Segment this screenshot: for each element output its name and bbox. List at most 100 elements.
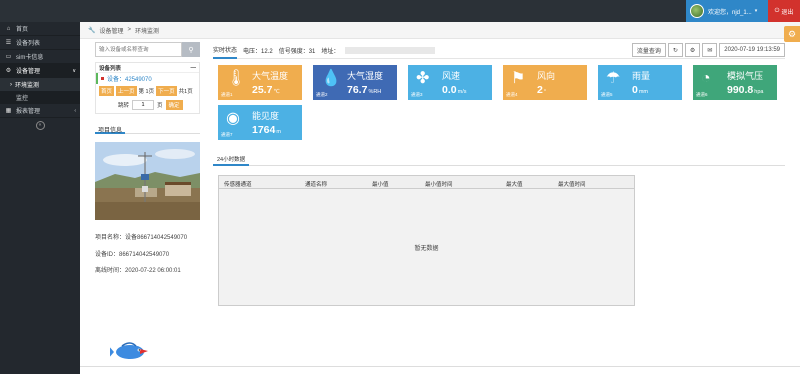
project-info-tabbar: 项目信息 xyxy=(95,122,200,134)
sensor-value: 25.7℃ xyxy=(252,84,280,96)
device-list-title: 设备列表 xyxy=(99,65,122,72)
sidebar-collapse-button[interactable]: « xyxy=(0,118,80,132)
prev-page-button[interactable]: 上一页 xyxy=(116,86,137,96)
fan-icon: ✤ xyxy=(416,70,430,87)
power-icon: ⏻ xyxy=(774,7,780,14)
column-header: 传感器通道 xyxy=(224,182,252,188)
sidebar-subitem-label: 监控 xyxy=(16,96,29,102)
jump-confirm-button[interactable]: 确定 xyxy=(165,100,183,110)
collapse-icon: « xyxy=(35,120,45,130)
settings-tab-icon[interactable]: ⚙ xyxy=(784,26,800,42)
column-header: 通道名称 xyxy=(305,182,328,188)
chevron-left-icon: ‹ xyxy=(74,107,76,114)
sidebar-item-reports[interactable]: ▦ 报表管理 ‹ xyxy=(0,104,80,118)
pagination: 首页 上一页 第 1页 下一页 共1页 xyxy=(96,84,199,98)
sidebar-item-sim[interactable]: ▭ sim卡信息 xyxy=(0,50,80,64)
total-pages: 共1页 xyxy=(178,89,193,95)
search-button[interactable]: ⚲ xyxy=(182,42,200,57)
column-header: 最大值时间 xyxy=(558,182,586,188)
table-header: 传感器通道 通道名称 最小值 最小值时间 最大值 最大值时间 xyxy=(219,176,634,189)
welcome-text: 欢迎您，njd_1... xyxy=(708,9,752,16)
sensor-card[interactable]: 💧 大气湿度 76.7%RH 通道2 xyxy=(313,65,397,100)
voltage-value: 电压：12.2 xyxy=(243,48,273,55)
address-label: 地址： xyxy=(321,48,340,55)
message-button[interactable]: ✉ xyxy=(702,43,718,57)
sidebar-subitem-monitor[interactable]: 监控 xyxy=(0,91,80,104)
fish-mascot-icon xyxy=(108,340,152,362)
jump-page-input[interactable] xyxy=(132,100,155,110)
site-photo-image xyxy=(95,142,200,220)
top-bar: 欢迎您，njd_1... ▾ ⏻ 退出 xyxy=(0,0,800,22)
sensor-value: 76.7%RH xyxy=(347,84,382,96)
address-value-redacted xyxy=(345,46,436,54)
column-header: 最小值时间 xyxy=(425,182,453,188)
list-icon: ☰ xyxy=(5,40,12,46)
jump-label: 跳转 xyxy=(118,103,130,109)
table-body: 暂无数据 xyxy=(219,189,634,305)
project-name: 项目名称：设备866714042549070 xyxy=(95,235,188,241)
eye-icon: ◉ xyxy=(226,110,240,127)
breadcrumb-separator: > xyxy=(127,27,132,33)
sidebar-item-label: 设备管理 xyxy=(16,69,41,75)
next-page-button[interactable]: 下一页 xyxy=(156,86,177,96)
status-dot-icon xyxy=(101,77,104,80)
settings-button[interactable]: ⚙ xyxy=(684,43,701,57)
gear-icon: ⚙ xyxy=(689,47,696,54)
wrench-icon: 🔧 xyxy=(88,27,96,34)
sensor-card[interactable]: ⚑ 风向 2° 通道4 xyxy=(503,65,587,100)
logout-label: 退出 xyxy=(781,9,794,16)
device-list-collapse-button[interactable]: — xyxy=(191,65,197,71)
sidebar-item-device-management[interactable]: ⚙ 设备管理 ∨ xyxy=(0,64,80,78)
sensor-name: 模拟气压 xyxy=(727,71,764,81)
column-header: 最小值 xyxy=(372,182,389,188)
sensor-name: 能见度 xyxy=(252,111,280,121)
device-id: 设备ID：866714042549070 xyxy=(95,251,170,258)
list-item[interactable]: 设备：42549070 xyxy=(96,73,199,84)
sensor-channel: 通道5 xyxy=(601,92,613,97)
offline-time: 离线时间：2020-07-22 06:00:01 xyxy=(95,268,181,274)
breadcrumb-root[interactable]: 设备管理 xyxy=(99,26,123,35)
column-header: 最大值 xyxy=(506,182,523,188)
tab-project-info[interactable]: 项目信息 xyxy=(95,122,126,134)
left-panel: ⚲ 设备列表 — 设备：42549070 首页 上一页 第 1页 下一页 共1页… xyxy=(95,42,200,280)
device-list-header: 设备列表 — xyxy=(96,63,199,73)
sensor-channel: 通道3 xyxy=(411,92,423,97)
sidebar-item-label: 设备列表 xyxy=(16,41,41,47)
mail-icon: ✉ xyxy=(707,47,713,54)
sidebar-item-device-list[interactable]: ☰ 设备列表 xyxy=(0,36,80,50)
sensor-value: 0.0m/s xyxy=(442,84,467,96)
sensor-card[interactable]: ✤ 风速 0.0m/s 通道3 xyxy=(408,65,492,100)
sidebar-item-label: sim卡信息 xyxy=(16,55,44,61)
logout-button[interactable]: ⏻ 退出 xyxy=(768,0,800,22)
humidity-icon: 💧 xyxy=(321,70,341,87)
refresh-button[interactable]: ↻ xyxy=(667,43,683,57)
current-page: 第 1页 xyxy=(138,89,155,95)
device-search: ⚲ xyxy=(95,42,200,57)
first-page-button[interactable]: 首页 xyxy=(99,86,115,96)
sidebar-item-label: 首页 xyxy=(16,27,29,33)
sensor-value: 0mm xyxy=(632,84,649,96)
chevron-down-icon: ∨ xyxy=(72,67,76,74)
sensor-value: 1764m xyxy=(252,124,281,136)
history-tabbar: 24小时数据 xyxy=(213,152,785,166)
sidebar-item-home[interactable]: ⌂ 首页 xyxy=(0,22,80,36)
thermometer-icon: 🌡 xyxy=(226,70,247,87)
user-menu[interactable]: 欢迎您，njd_1... ▾ xyxy=(686,0,768,22)
flow-query-button[interactable]: 流量查询 xyxy=(631,43,666,57)
signal-value: 信号强度：31 xyxy=(278,48,316,55)
sensor-card[interactable]: ◉ 能见度 1764m 通道7 xyxy=(218,105,302,140)
breadcrumb: 🔧 设备管理 > 环境监测 xyxy=(80,22,800,39)
rain-icon: ☂ xyxy=(606,70,621,87)
caret-down-icon: ▾ xyxy=(754,8,758,14)
search-icon: ⚲ xyxy=(188,46,194,54)
device-search-input[interactable] xyxy=(95,42,182,57)
tab-realtime-status[interactable]: 实时状态 xyxy=(213,42,238,59)
home-icon: ⌂ xyxy=(6,25,11,32)
sensor-card[interactable]: 🌡 大气温度 25.7℃ 通道1 xyxy=(218,65,302,100)
sidebar-subitem-label: 环境监测 xyxy=(15,83,40,89)
datetime-display: 2020-07-19 19:13:59 xyxy=(719,43,785,57)
sensor-card[interactable]: ☂ 雨量 0mm 通道5 xyxy=(598,65,682,100)
tab-24h-data[interactable]: 24小时数据 xyxy=(213,152,250,166)
sensor-card[interactable]: ◔ 模拟气压 990.8hpa 通道6 xyxy=(693,65,777,100)
sidebar-subitem-env-monitor[interactable]: › 环境监测 xyxy=(0,78,80,91)
